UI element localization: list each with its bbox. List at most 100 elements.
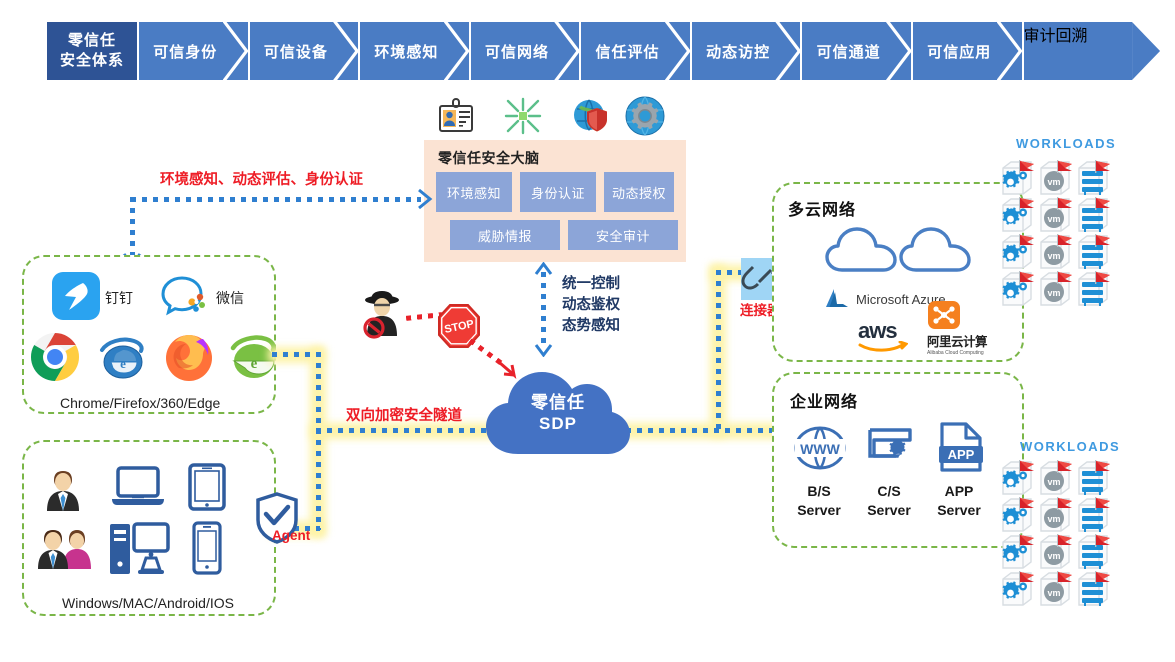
left-annotation-arrow-horizontal [131, 197, 421, 202]
stage-可信设备[interactable]: 可信设备 [249, 22, 359, 80]
cloud-outline-icon [824, 226, 900, 276]
workload-vm-box[interactable]: vm [1038, 569, 1076, 606]
workload-vm-box[interactable]: vm [1038, 269, 1076, 306]
workload-vm-box[interactable]: vm [1038, 495, 1076, 532]
stage-审计回溯[interactable]: 审计回溯 [1023, 22, 1133, 80]
cs-gear-icon [866, 424, 918, 472]
brain-box-威胁情报[interactable]: 威胁情报 [450, 220, 560, 250]
svg-text:APP: APP [948, 447, 975, 462]
laptop-icon [110, 466, 166, 510]
workload-gear-box[interactable] [1000, 195, 1038, 232]
brain-box-label: 身份认证 [530, 185, 585, 201]
brain-box-安全审计[interactable]: 安全审计 [568, 220, 678, 250]
workload-rack-box[interactable] [1076, 458, 1114, 495]
firefox-icon [163, 331, 215, 383]
workload-rack-box[interactable] [1076, 158, 1114, 195]
workload-vm-box[interactable]: vm [1038, 195, 1076, 232]
workload-vm-box[interactable]: vm [1038, 232, 1076, 269]
workload-rack-box[interactable] [1076, 195, 1114, 232]
workload-gear-box[interactable] [1000, 269, 1038, 306]
stage-label: 可信身份 [153, 43, 218, 61]
workload-gear-box[interactable] [1000, 569, 1038, 606]
stage-可信身份[interactable]: 可信身份 [139, 22, 248, 80]
svg-text:e: e [120, 356, 126, 371]
left-annotation-label: 环境感知、动态评估、身份认证 [160, 172, 363, 188]
stage-label: 可信网络 [484, 43, 549, 61]
brain-cloud-link-line [541, 272, 546, 344]
stage-label: 审计回溯 [1023, 28, 1088, 45]
tunnel-label: 双向加密安全隧道 [346, 408, 462, 424]
stage-label: 信任评估 [595, 43, 660, 61]
smartphone-icon [192, 521, 222, 575]
globe-gear-icon [624, 95, 666, 137]
left-annotation-text: 环境感知、动态评估、身份认证 [160, 168, 363, 189]
workload-gear-box[interactable] [1000, 532, 1038, 569]
annotation-line-3: 态势感知 [562, 318, 620, 335]
workload-vm-box[interactable]: vm [1038, 532, 1076, 569]
brain-box-动态授权[interactable]: 动态授权 [604, 172, 674, 212]
aliyun-sublabel: Alibaba Cloud Computing [927, 350, 984, 356]
tunnel-line-vertical-right [716, 270, 721, 430]
cs-server-line1: C/S [877, 483, 901, 499]
workload-gear-box[interactable] [1000, 495, 1038, 532]
aws-logo: aws [858, 320, 908, 353]
brain-box-label: 威胁情报 [477, 228, 532, 244]
sdp-label-line1: 零信任 [531, 393, 585, 412]
agent-label: Agent [272, 528, 311, 543]
workloads-grid-bottom: vm vm vm vm [1000, 458, 1114, 606]
hacker-icon [360, 288, 406, 340]
stage-信任评估[interactable]: 信任评估 [581, 22, 690, 80]
svg-text:vm: vm [1047, 177, 1060, 187]
stage-可信应用[interactable]: 可信应用 [912, 22, 1022, 80]
workload-rack-box[interactable] [1076, 269, 1114, 306]
www-globe-icon: WWW [792, 424, 848, 472]
user-couple-icon [36, 525, 94, 575]
brain-box-label: 安全审计 [595, 228, 650, 244]
workload-rack-box[interactable] [1076, 495, 1114, 532]
workloads-title-top: WORKLOADS [1016, 136, 1117, 151]
workload-rack-box[interactable] [1076, 532, 1114, 569]
stage-label: 环境感知 [374, 43, 439, 61]
stage-可信通道[interactable]: 可信通道 [802, 22, 911, 80]
brain-box-身份认证[interactable]: 身份认证 [520, 172, 596, 212]
stage-bar-title: 零信任 安全体系 [47, 22, 137, 80]
tunnel-line-to-cloud [316, 428, 496, 433]
svg-text:vm: vm [1047, 214, 1060, 224]
client-apps-caption: Chrome/Firefox/360/Edge [60, 395, 221, 411]
svg-text:vm: vm [1047, 288, 1060, 298]
app-server-line1: APP [944, 483, 974, 499]
workload-gear-box[interactable] [1000, 232, 1038, 269]
stage-可信网络[interactable]: 可信网络 [470, 22, 580, 80]
ie-icon: e [97, 332, 149, 382]
workload-vm-box[interactable]: vm [1038, 458, 1076, 495]
svg-text:vm: vm [1047, 251, 1060, 261]
user-single-icon [42, 467, 84, 515]
svg-text:vm: vm [1047, 588, 1060, 598]
bs-server-label: B/S Server [788, 482, 850, 520]
stage-label: 动态访控 [706, 43, 771, 61]
brain-box-label: 环境感知 [446, 185, 501, 201]
stage-环境感知[interactable]: 环境感知 [360, 22, 469, 80]
enterprise-title: 企业网络 [790, 394, 859, 411]
stage-bar-title-line2: 安全体系 [59, 52, 124, 69]
annotation-line-2: 动态鉴权 [562, 297, 620, 314]
converge-arrows-icon [504, 97, 542, 135]
svg-text:vm: vm [1047, 514, 1060, 524]
workload-rack-box[interactable] [1076, 232, 1114, 269]
stage-动态访控[interactable]: 动态访控 [691, 22, 801, 80]
sdp-label-line2: SDP [539, 414, 577, 434]
bs-server-line2: Server [797, 501, 841, 518]
stage-label: 可信通道 [816, 43, 881, 61]
brain-box-环境感知[interactable]: 环境感知 [436, 172, 512, 212]
svg-text:vm: vm [1047, 551, 1060, 561]
workload-gear-box[interactable] [1000, 458, 1038, 495]
aliyun-logo: 阿里云计算 Alibaba Cloud Computing [927, 300, 988, 356]
id-badge-icon [436, 96, 476, 136]
wechat-label: 微信 [216, 290, 244, 306]
aliyun-label: 阿里云计算 [927, 335, 988, 349]
annotation-line-1: 统一控制 [562, 276, 620, 292]
globe-shield-icon [572, 96, 614, 136]
workload-rack-box[interactable] [1076, 569, 1114, 606]
workload-vm-box[interactable]: vm [1038, 158, 1076, 195]
workload-gear-box[interactable] [1000, 158, 1038, 195]
